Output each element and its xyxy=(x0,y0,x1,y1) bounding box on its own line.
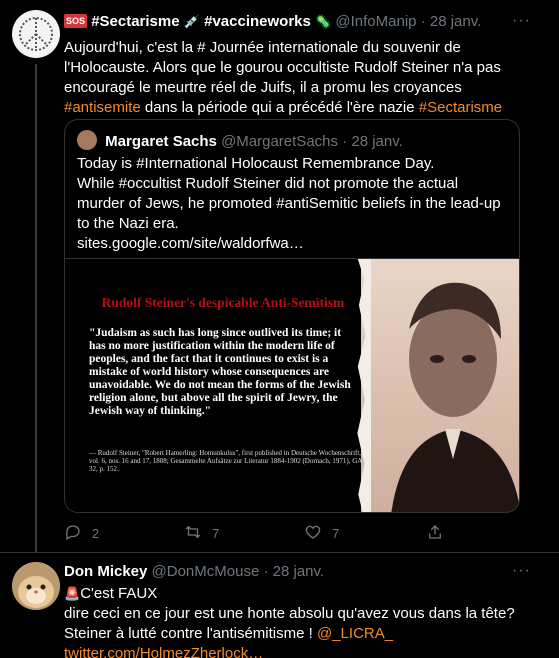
tweet1-author-name[interactable]: #Sectarisme 💉 #vaccineworks 🦠 xyxy=(91,13,331,30)
tweet-divider xyxy=(0,552,559,553)
tweet2-header: Don Mickey @DonMcMouse · 28 janv. xyxy=(64,563,325,580)
heart-icon xyxy=(305,525,321,539)
tweet1-handle[interactable]: @InfoManip xyxy=(335,13,416,30)
share-button[interactable] xyxy=(426,523,454,541)
retweet-button[interactable]: 7 xyxy=(184,523,219,541)
quoted-author-name: Margaret Sachs xyxy=(105,133,217,150)
tweet2-handle[interactable]: @DonMcMouse xyxy=(152,563,260,580)
quoted-handle: @MargaretSachs xyxy=(221,133,339,150)
tweet2-text: 🚨C'est FAUX dire ceci en ce jour est une… xyxy=(64,584,544,658)
virus-icon: 🦠 xyxy=(315,14,332,29)
share-icon xyxy=(429,525,441,539)
tweet2-author-name[interactable]: Don Mickey xyxy=(64,563,147,580)
quoted-image[interactable]: Rudolf Steiner's despicable Anti-Semitis… xyxy=(65,258,519,512)
quoted-header: Margaret Sachs @MargaretSachs · 28 janv. xyxy=(77,130,403,150)
image-citation: — Rudolf Steiner, "Robert Hamerling: Hom… xyxy=(89,449,362,473)
hashtag-antisemite[interactable]: #antisemite xyxy=(64,99,141,116)
hamster-avatar[interactable] xyxy=(12,562,60,610)
alarm-light-icon: 🚨 xyxy=(64,586,81,601)
quoted-tweet[interactable]: Margaret Sachs @MargaretSachs · 28 janv.… xyxy=(64,119,520,513)
mention-licra[interactable]: @_LICRA_ xyxy=(317,625,393,642)
reply-button[interactable]: 2 xyxy=(64,523,99,541)
separator-dot: · xyxy=(420,13,426,30)
like-button[interactable]: 7 xyxy=(304,523,339,541)
thread-line xyxy=(35,64,37,552)
quoted-time: 28 janv. xyxy=(351,133,403,150)
image-quote: "Judaism as such has long since outlived… xyxy=(89,327,351,417)
more-options-icon[interactable]: ··· xyxy=(512,562,531,580)
reply-icon xyxy=(66,525,80,540)
peace-avatar[interactable] xyxy=(12,10,60,58)
tweet2-time[interactable]: 28 janv. xyxy=(273,563,324,580)
tweet1-header: SOS #Sectarisme 💉 #vaccineworks 🦠 @InfoM… xyxy=(64,13,481,30)
retweet-icon xyxy=(185,525,201,539)
hashtag-sectarisme[interactable]: #Sectarisme xyxy=(419,99,502,116)
tweet2-link[interactable]: twitter.com/HolmezZherlock… xyxy=(64,644,544,658)
tweet1-text: Aujourd'hui, c'est la # Journée internat… xyxy=(64,39,503,116)
quoted-text: Today is #International Holocaust Rememb… xyxy=(77,154,509,254)
quoted-url: sites.google.com/site/waldorfwa… xyxy=(77,235,304,252)
steiner-portrait xyxy=(361,259,519,512)
quoted-avatar xyxy=(77,130,97,150)
more-options-icon[interactable]: ··· xyxy=(512,12,531,30)
tweet1-time[interactable]: 28 janv. xyxy=(430,13,481,30)
syringe-icon: 💉 xyxy=(183,14,200,29)
image-title: Rudolf Steiner's despicable Anti-Semitis… xyxy=(101,295,345,310)
sos-icon: SOS xyxy=(64,14,88,28)
